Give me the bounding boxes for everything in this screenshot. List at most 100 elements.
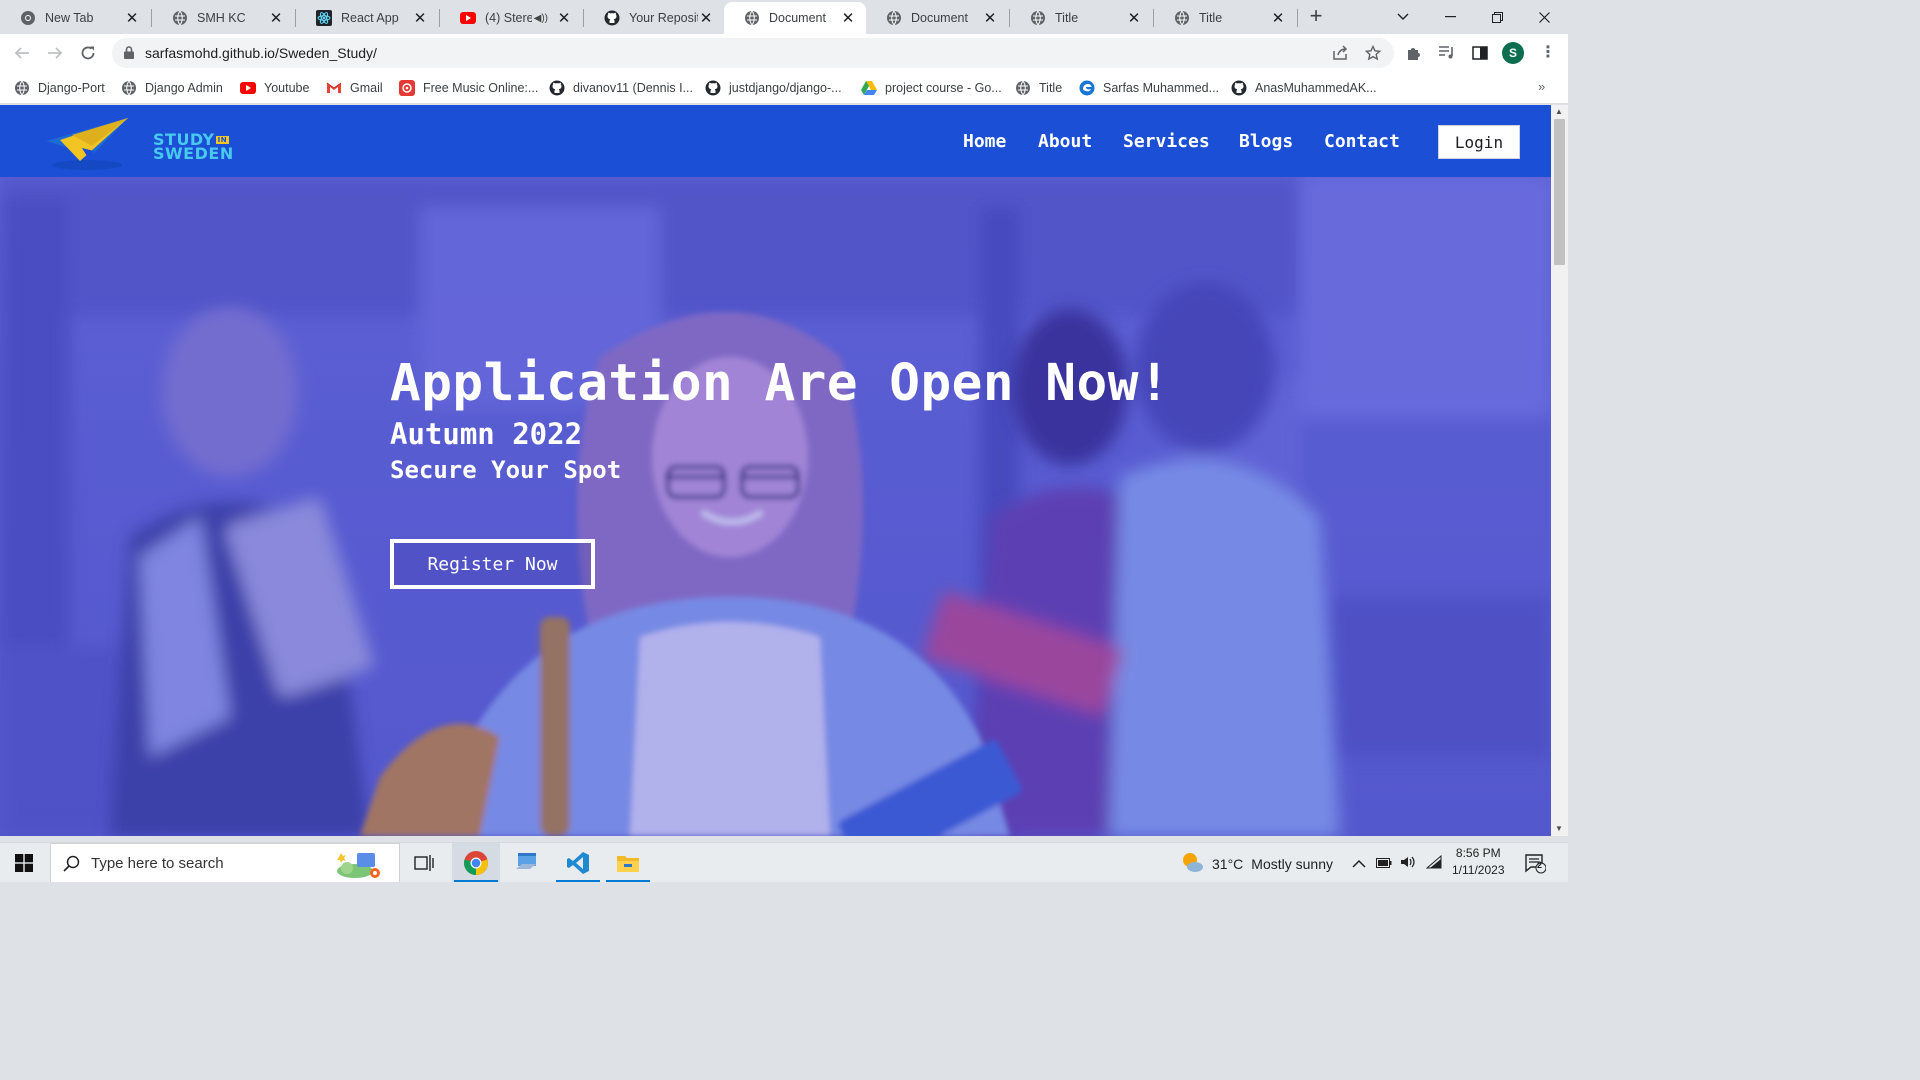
bookmark-sarfas[interactable]: Sarfas Muhammed... — [1079, 78, 1219, 98]
close-icon[interactable]: ✕ — [124, 9, 140, 27]
tab-document-active[interactable]: Document ✕ — [724, 2, 866, 34]
reload-button[interactable] — [74, 39, 102, 67]
bookmark-django-admin[interactable]: Django Admin — [121, 78, 223, 98]
globe-icon — [172, 10, 188, 26]
volume-icon[interactable] — [1400, 855, 1416, 872]
nav-about[interactable]: About — [1038, 131, 1092, 152]
bookmark-label: Gmail — [350, 81, 383, 95]
extensions-icon[interactable] — [1404, 43, 1424, 63]
register-now-button[interactable]: Register Now — [390, 539, 595, 589]
new-tab-button[interactable]: + — [1304, 4, 1328, 28]
notification-center-icon[interactable]: 2 — [1524, 852, 1547, 877]
tab-your-repositories[interactable]: Your Repositor ✕ — [584, 2, 724, 34]
hero-section: Application Are Open Now! Autumn 2022 Se… — [0, 177, 1551, 836]
nav-contact[interactable]: Contact — [1324, 131, 1400, 152]
page-scrollbar[interactable]: ▲ ▼ — [1551, 105, 1568, 836]
clock-time: 8:56 PM — [1455, 846, 1501, 860]
browser-tab-strip: New Tab ✕ SMH KC ✕ React App ✕ (4) Stere… — [0, 0, 1568, 34]
tab-title: Document — [769, 11, 826, 25]
tab-youtube-stereo[interactable]: (4) Stereo ◀)) ✕ — [440, 2, 582, 34]
bookmark-title[interactable]: Title — [1015, 78, 1062, 98]
taskbar-chrome[interactable] — [452, 843, 500, 882]
bookmark-anasmuhammedak[interactable]: AnasMuhammedAK... — [1231, 78, 1377, 98]
vscode-icon — [567, 852, 589, 874]
close-icon[interactable]: ✕ — [840, 9, 856, 27]
tab-new-tab[interactable]: New Tab ✕ — [0, 2, 150, 34]
browser-toolbar: sarfasmohd.github.io/Sweden_Study/ S ⋮ — [0, 34, 1568, 72]
minimize-button[interactable] — [1427, 0, 1473, 34]
tab-search-chevron-icon[interactable] — [1380, 0, 1426, 34]
wifi-icon[interactable] — [1425, 854, 1442, 872]
close-icon[interactable]: ✕ — [1126, 9, 1142, 27]
profile-avatar[interactable]: S — [1502, 42, 1524, 64]
windows-taskbar: Type here to search 31°C Mostly sunny 8:… — [0, 842, 1568, 882]
chrome-icon — [20, 10, 36, 26]
tab-react-app[interactable]: React App ✕ — [296, 2, 438, 34]
lock-icon[interactable] — [124, 46, 134, 64]
taskbar-search-box[interactable]: Type here to search — [50, 843, 400, 882]
nav-blogs[interactable]: Blogs — [1239, 131, 1293, 152]
hero-background-image — [0, 177, 1551, 836]
tab-document[interactable]: Document ✕ — [866, 2, 1008, 34]
nav-home[interactable]: Home — [963, 131, 1006, 152]
close-icon[interactable]: ✕ — [412, 9, 428, 27]
taskbar-vscode[interactable] — [554, 843, 602, 882]
taskbar-file-explorer[interactable] — [604, 843, 652, 882]
bookmark-django-port[interactable]: Django-Port — [14, 78, 105, 98]
close-icon[interactable]: ✕ — [698, 9, 714, 27]
youtube-icon — [460, 10, 476, 26]
close-icon[interactable]: ✕ — [1270, 9, 1286, 27]
bookmark-youtube[interactable]: Youtube — [240, 78, 309, 98]
bookmark-project-course[interactable]: project course - Go... — [861, 78, 1002, 98]
login-button[interactable]: Login — [1438, 125, 1520, 159]
close-icon[interactable]: ✕ — [556, 9, 572, 27]
system-clock[interactable]: 8:56 PM 1/11/2023 — [1452, 845, 1505, 879]
gmail-icon — [326, 80, 342, 96]
globe-icon — [121, 80, 137, 96]
search-highlight-icon[interactable] — [333, 849, 385, 882]
restore-button[interactable] — [1474, 0, 1520, 34]
bookmark-divanov11[interactable]: divanov11 (Dennis I... — [549, 78, 693, 98]
scroll-up-arrow-icon[interactable]: ▲ — [1555, 107, 1563, 116]
close-window-button[interactable] — [1521, 0, 1567, 34]
github-icon — [549, 80, 565, 96]
bookmark-label: Youtube — [264, 81, 310, 95]
media-control-icon[interactable] — [1437, 43, 1457, 63]
pc-icon — [516, 853, 536, 869]
tab-title: SMH KC — [197, 11, 246, 25]
url-text[interactable]: sarfasmohd.github.io/Sweden_Study/ — [145, 45, 377, 61]
tab-separator — [1297, 9, 1298, 27]
back-button[interactable] — [8, 39, 36, 67]
weather-widget[interactable]: 31°C Mostly sunny — [1180, 851, 1333, 876]
bookmarks-overflow-button[interactable]: » — [1538, 79, 1545, 94]
hero-tagline: Secure Your Spot — [390, 456, 622, 484]
tab-title-2[interactable]: Title ✕ — [1154, 2, 1296, 34]
address-bar[interactable]: sarfasmohd.github.io/Sweden_Study/ — [112, 38, 1394, 68]
show-hidden-icons-chevron-icon[interactable] — [1352, 855, 1366, 871]
speaker-icon[interactable]: ◀)) — [534, 13, 548, 24]
bookmark-free-music[interactable]: Free Music Online:... — [399, 78, 538, 98]
taskbar-desktop-app[interactable] — [504, 843, 552, 882]
nav-services[interactable]: Services — [1123, 131, 1210, 152]
close-icon[interactable]: ✕ — [268, 9, 284, 27]
share-icon[interactable] — [1332, 45, 1349, 66]
scrollbar-thumb[interactable] — [1554, 119, 1565, 265]
side-panel-icon[interactable] — [1470, 43, 1490, 63]
start-button[interactable] — [0, 843, 48, 882]
youtube-icon — [240, 80, 256, 96]
forward-button[interactable] — [41, 39, 69, 67]
search-placeholder: Type here to search — [91, 855, 224, 872]
menu-kebab-icon[interactable]: ⋮ — [1540, 43, 1556, 63]
close-icon[interactable]: ✕ — [982, 9, 998, 27]
logo-wordmark[interactable]: STUDY IN SWEDEN — [153, 132, 234, 162]
github-icon — [705, 80, 721, 96]
folder-icon — [617, 856, 639, 872]
bookmark-gmail[interactable]: Gmail — [326, 78, 383, 98]
scroll-down-arrow-icon[interactable]: ▼ — [1555, 824, 1563, 833]
task-view-button[interactable] — [400, 843, 448, 882]
tab-title-1[interactable]: Title ✕ — [1010, 2, 1152, 34]
bookmark-justdjango[interactable]: justdjango/django-... — [705, 78, 842, 98]
star-icon[interactable] — [1364, 44, 1382, 66]
tab-smh-kc[interactable]: SMH KC ✕ — [152, 2, 294, 34]
battery-icon[interactable] — [1376, 855, 1392, 871]
